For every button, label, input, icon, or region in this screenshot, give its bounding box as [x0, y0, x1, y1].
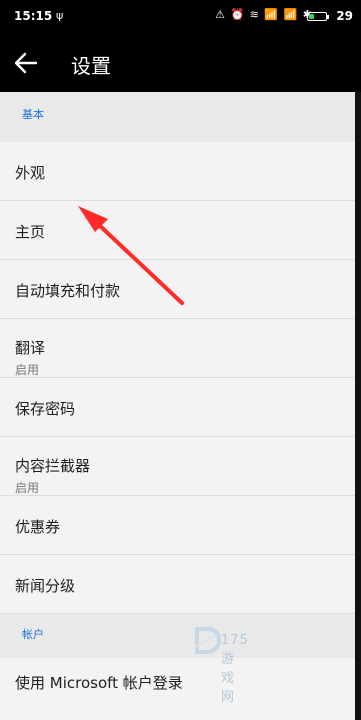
usb-icon: ψ: [56, 9, 64, 22]
settings-item-label: 主页: [15, 223, 46, 241]
settings-item-content-blocker[interactable]: 内容拦截器 启用: [0, 437, 355, 496]
settings-item-save-passwords[interactable]: 保存密码: [0, 378, 355, 437]
app-header: 设置: [0, 34, 361, 92]
arrow-left-icon: [14, 52, 38, 74]
settings-item-label: 新闻分级: [15, 577, 76, 595]
watermark-text: 175游戏网: [221, 633, 249, 705]
settings-item-homepage[interactable]: 主页: [0, 201, 355, 260]
settings-item-label: 优惠券: [15, 518, 61, 536]
back-button[interactable]: [10, 48, 42, 78]
settings-item-appearance[interactable]: 外观: [0, 142, 355, 201]
settings-item-label: 保存密码: [15, 400, 76, 418]
settings-item-autofill[interactable]: 自动填充和付款: [0, 260, 355, 319]
settings-list: 基本 外观 主页 自动填充和付款 翻译 启用 保存密码 内容拦截器 启用 优惠券…: [0, 92, 355, 720]
settings-item-label: 使用 Microsoft 帐户登录: [15, 674, 183, 692]
battery-percent: 29: [336, 9, 353, 23]
battery-icon: [307, 12, 329, 21]
settings-item-label: 翻译: [15, 339, 46, 357]
status-bar: 15:15 ψ ⚠ ⏰ ≋ 📶 📶 ✱ 29: [0, 0, 361, 34]
settings-item-status: 启用: [15, 363, 40, 377]
settings-item-translate[interactable]: 翻译 启用: [0, 319, 355, 378]
status-time: 15:15: [14, 9, 53, 23]
settings-item-coupons[interactable]: 优惠券: [0, 496, 355, 555]
screen-edge: [355, 92, 361, 720]
settings-item-label: 自动填充和付款: [15, 282, 121, 300]
section-header-account: 帐户: [0, 614, 355, 658]
section-header-basic: 基本: [0, 92, 355, 142]
status-icons: ⚠ ⏰ ≋ 📶 📶 ✱: [215, 8, 313, 21]
settings-item-news-rating[interactable]: 新闻分级: [0, 555, 355, 614]
settings-item-label: 内容拦截器: [15, 457, 91, 475]
battery-fill: [309, 14, 314, 19]
watermark: 175游戏网: [193, 625, 248, 705]
settings-item-status: 启用: [15, 481, 40, 495]
settings-item-label: 外观: [15, 164, 46, 182]
page-title: 设置: [71, 54, 111, 78]
watermark-logo-icon: [194, 627, 222, 654]
sign-in-microsoft-item[interactable]: 使用 Microsoft 帐户登录: [0, 658, 355, 698]
